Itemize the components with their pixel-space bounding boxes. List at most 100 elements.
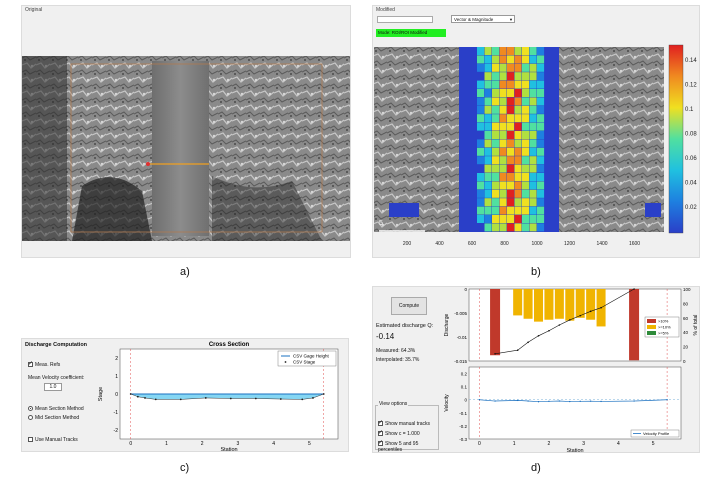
heat-cell [514, 131, 522, 139]
x-tick-label: 0 [478, 441, 481, 447]
x-tick-label: 5 [652, 441, 655, 447]
heat-cell [499, 80, 507, 89]
colorbar-tick: 0.08 [685, 132, 697, 138]
heat-cell [537, 114, 545, 123]
heat-cell [477, 164, 485, 173]
y-tick-label: 0 [464, 398, 467, 403]
heat-cell [537, 164, 545, 173]
heat-cell [507, 47, 515, 55]
stage-point [129, 393, 132, 395]
heat-cell [484, 147, 492, 156]
checkbox-icon [378, 439, 383, 447]
heat-cell [492, 164, 500, 173]
cumulative-point [537, 335, 540, 337]
heat-cell [484, 114, 492, 123]
legend-label: Velocity Profile [643, 431, 670, 436]
discharge-bar [534, 289, 544, 322]
heat-cell [529, 223, 537, 232]
heat-cell [529, 139, 537, 148]
y-tick-label: 0 [115, 392, 118, 398]
mid-section-radio[interactable]: Mid Section Method [28, 415, 79, 421]
heat-cell [484, 55, 492, 64]
heat-cell [514, 164, 522, 173]
heat-cell [537, 198, 545, 207]
heat-cell [522, 63, 530, 72]
heat-cell [514, 97, 522, 106]
velocity-point [527, 400, 529, 402]
panel-a-original: Original [21, 5, 351, 258]
show-percentiles-label: Show 5 and 95 percentiles [378, 441, 419, 453]
heat-cell [499, 89, 507, 97]
x-axis-label: Station [220, 447, 237, 452]
velocity-point [579, 400, 581, 402]
mean-section-radio[interactable]: Mean Section Method [28, 406, 84, 412]
heat-cell [499, 164, 507, 173]
legend-swatch [284, 361, 287, 363]
heat-cell [522, 97, 530, 106]
x-axis-label: Station [566, 448, 583, 453]
heat-cell [529, 206, 537, 215]
heat-cell [484, 189, 492, 198]
heat-cell [477, 80, 485, 89]
y-tick-label-right: 80 [683, 301, 689, 306]
frame-slider[interactable] [377, 16, 433, 23]
x-tick-label: 4 [617, 441, 620, 447]
velocity-point [548, 400, 550, 402]
y-tick-label: 0 [464, 287, 467, 292]
heat-cell [537, 97, 545, 106]
y-tick-label-right: 40 [683, 330, 689, 335]
heat-cell [522, 198, 530, 207]
show-c-checkbox[interactable]: Show c = 1.000 [378, 429, 420, 437]
caption-a: a) [180, 266, 190, 278]
stage-point [136, 395, 139, 398]
colorbar [668, 44, 684, 234]
manual-tracks-checkbox[interactable]: Use Manual Tracks [28, 437, 78, 443]
discharge-bar [513, 289, 523, 316]
heat-cell [492, 72, 500, 81]
heat-cell [492, 105, 500, 114]
heat-cell [529, 173, 537, 181]
checkbox-icon [28, 437, 33, 443]
panel-d-results: Compute Estimated discharge Q: -0.14 Mea… [372, 286, 700, 453]
colorbar-tick: 0.14 [685, 58, 697, 64]
checkbox-icon [378, 429, 383, 437]
heat-cell [522, 72, 530, 81]
heat-cell [529, 164, 537, 173]
heat-cell [477, 89, 485, 97]
show-manual-checkbox[interactable]: Show manual tracks [378, 419, 430, 427]
discharge-bar [544, 289, 554, 320]
checkbox-icon [378, 419, 383, 427]
velocity-point [633, 400, 635, 402]
heat-cell [537, 63, 545, 72]
x-tick-label: 800 [500, 241, 509, 247]
meas-refs-checkbox[interactable]: Meas. Refs [28, 360, 60, 368]
heat-cell [492, 139, 500, 148]
velocity-point [537, 400, 540, 403]
y-tick-label-right: 60 [683, 316, 689, 321]
stage-point [229, 397, 232, 400]
velocity-point [666, 399, 668, 401]
heat-cell [477, 105, 485, 114]
velocity-point [600, 400, 602, 403]
heat-cell [529, 156, 537, 165]
compute-button[interactable]: Compute [391, 297, 427, 315]
y-tick-label: -1 [114, 410, 119, 416]
heat-cell [477, 72, 485, 81]
original-image [22, 56, 350, 241]
checkbox-icon [28, 360, 33, 368]
heat-cell [537, 122, 545, 131]
heat-cell [499, 55, 507, 64]
show-percentiles-checkbox[interactable]: Show 5 and 95 percentiles [378, 439, 438, 453]
dropdown-value: Vector & Magnitude [454, 17, 494, 22]
heat-cell [484, 80, 492, 89]
coef-input[interactable]: 1.0 [44, 383, 62, 391]
status-text: Mode: ROI/ROI Modified [378, 30, 428, 35]
heat-cell [499, 122, 507, 131]
x-tick-label: 600 [468, 241, 477, 247]
y-tick-label-right: 0 [683, 359, 686, 364]
heat-cell [499, 189, 507, 198]
y-axis-label: Stage [98, 387, 104, 401]
display-mode-dropdown[interactable]: Vector & Magnitude ▼ [451, 15, 515, 23]
colorbar-tick: 0.06 [685, 156, 697, 162]
heat-cell [529, 215, 537, 223]
